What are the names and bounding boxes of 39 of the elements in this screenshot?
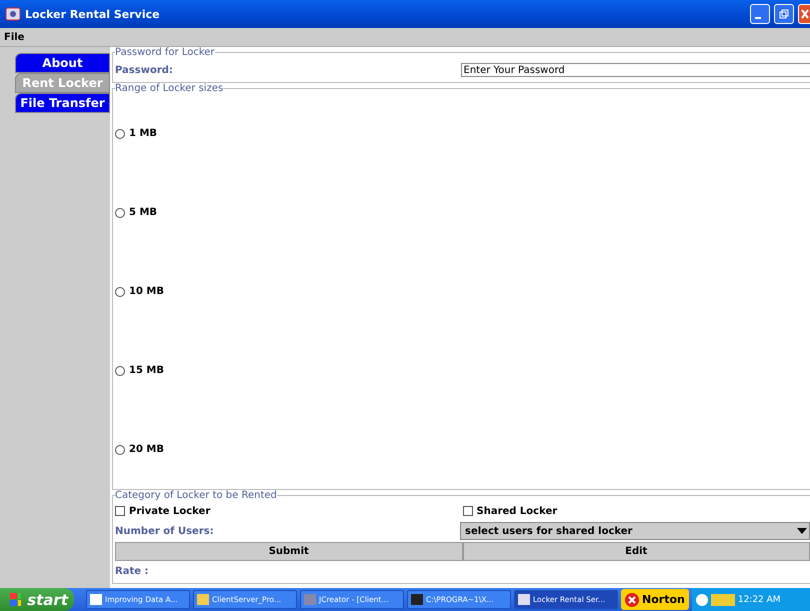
norton-button[interactable]: Norton — [621, 589, 689, 610]
tab[interactable]: File Transfer — [15, 93, 110, 113]
group-title: Password for Locker — [115, 47, 215, 58]
program-icon — [90, 594, 102, 605]
dropdown-arrow-icon — [797, 528, 807, 534]
action-button[interactable]: Edit — [462, 542, 810, 560]
close-button[interactable] — [798, 4, 810, 24]
size-radio[interactable]: 20 MB — [115, 442, 810, 458]
window-title: Locker Rental Service — [25, 8, 160, 20]
rate-label: Rate : — [115, 565, 150, 579]
users-label: Number of Users: — [115, 526, 215, 536]
program-icon — [518, 594, 530, 605]
group-title: Category of Locker to be Rented — [115, 490, 277, 501]
program-icon — [411, 594, 423, 605]
minimize-button[interactable] — [750, 4, 770, 24]
program-icon — [197, 594, 209, 605]
size-radio[interactable]: 10 MB — [115, 284, 810, 300]
size-radio[interactable]: 15 MB — [115, 362, 810, 378]
tab[interactable]: About — [15, 53, 110, 73]
action-button[interactable]: Submit — [115, 542, 462, 560]
password-field[interactable]: Enter Your Password — [460, 63, 810, 77]
group-title: Range of Locker sizes — [115, 83, 224, 94]
close-icon — [800, 9, 808, 19]
locker-checkbox[interactable]: Shared Locker — [462, 506, 810, 516]
users-dropdown[interactable]: select users for shared locker — [460, 522, 810, 540]
minimize-icon — [755, 17, 761, 19]
size-radio[interactable]: 5 MB — [115, 204, 810, 220]
clock: 12:22 AM — [738, 594, 781, 604]
program-icon — [304, 594, 316, 605]
locker-checkbox[interactable]: Private Locker — [115, 506, 462, 516]
menu-item[interactable]: File — [4, 32, 24, 42]
windows-logo-icon — [10, 592, 22, 606]
start-button[interactable]: start — [0, 588, 74, 611]
restore-button[interactable] — [774, 4, 794, 24]
password-label: Password: — [115, 64, 174, 76]
x-circle-icon — [625, 592, 639, 606]
app-icon — [5, 6, 21, 22]
size-radio[interactable]: 1 MB — [115, 126, 810, 142]
restore-icon — [779, 9, 789, 19]
